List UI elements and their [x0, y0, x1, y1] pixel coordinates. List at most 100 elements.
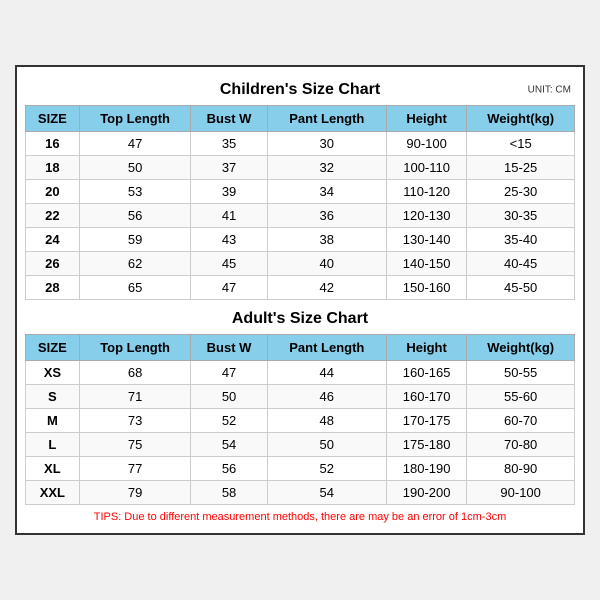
- table-row: XS684744160-16550-55: [26, 361, 575, 385]
- table-cell: 62: [79, 252, 191, 276]
- table-cell: 47: [191, 276, 267, 300]
- table-cell: 150-160: [386, 276, 466, 300]
- table-cell: 32: [267, 156, 386, 180]
- table-cell: 70-80: [467, 433, 575, 457]
- table-cell: 26: [26, 252, 80, 276]
- table-cell: 47: [191, 361, 267, 385]
- table-cell: 77: [79, 457, 191, 481]
- table-cell: 35: [191, 132, 267, 156]
- children-col-size: SIZE: [26, 106, 80, 132]
- table-cell: 22: [26, 204, 80, 228]
- table-cell: 15-25: [467, 156, 575, 180]
- table-cell: S: [26, 385, 80, 409]
- table-cell: 50-55: [467, 361, 575, 385]
- table-cell: 18: [26, 156, 80, 180]
- table-cell: 100-110: [386, 156, 466, 180]
- table-cell: 25-30: [467, 180, 575, 204]
- table-cell: 170-175: [386, 409, 466, 433]
- table-row: 20533934110-12025-30: [26, 180, 575, 204]
- adult-col-bustw: Bust W: [191, 335, 267, 361]
- table-cell: 175-180: [386, 433, 466, 457]
- table-cell: 75: [79, 433, 191, 457]
- table-cell: 71: [79, 385, 191, 409]
- table-row: 22564136120-13030-35: [26, 204, 575, 228]
- table-cell: 79: [79, 481, 191, 505]
- adult-col-toplength: Top Length: [79, 335, 191, 361]
- children-table: SIZE Top Length Bust W Pant Length Heigh…: [25, 105, 575, 300]
- table-cell: 41: [191, 204, 267, 228]
- table-cell: 45: [191, 252, 267, 276]
- children-col-toplength: Top Length: [79, 106, 191, 132]
- children-title-text: Children's Size Chart: [220, 81, 380, 98]
- table-row: 18503732100-11015-25: [26, 156, 575, 180]
- table-cell: 34: [267, 180, 386, 204]
- tips-text: TIPS: Due to different measurement metho…: [25, 505, 575, 525]
- table-cell: 58: [191, 481, 267, 505]
- table-cell: 47: [79, 132, 191, 156]
- adult-title-text: Adult's Size Chart: [232, 310, 368, 327]
- table-row: 28654742150-16045-50: [26, 276, 575, 300]
- children-col-height: Height: [386, 106, 466, 132]
- table-cell: 30: [267, 132, 386, 156]
- table-cell: 52: [267, 457, 386, 481]
- table-cell: 40: [267, 252, 386, 276]
- table-cell: 90-100: [467, 481, 575, 505]
- table-cell: 46: [267, 385, 386, 409]
- table-cell: 65: [79, 276, 191, 300]
- table-cell: 180-190: [386, 457, 466, 481]
- adult-table: SIZE Top Length Bust W Pant Length Heigh…: [25, 334, 575, 505]
- table-cell: 42: [267, 276, 386, 300]
- table-cell: 56: [191, 457, 267, 481]
- table-cell: 45-50: [467, 276, 575, 300]
- table-cell: 38: [267, 228, 386, 252]
- children-col-pantlength: Pant Length: [267, 106, 386, 132]
- table-cell: 140-150: [386, 252, 466, 276]
- children-col-weight: Weight(kg): [467, 106, 575, 132]
- table-cell: 44: [267, 361, 386, 385]
- table-cell: 55-60: [467, 385, 575, 409]
- table-cell: 190-200: [386, 481, 466, 505]
- table-row: M735248170-17560-70: [26, 409, 575, 433]
- table-cell: 20: [26, 180, 80, 204]
- table-cell: 110-120: [386, 180, 466, 204]
- table-row: 1647353090-100<15: [26, 132, 575, 156]
- table-cell: XXL: [26, 481, 80, 505]
- chart-container: Children's Size Chart UNIT: CM SIZE Top …: [15, 65, 585, 535]
- adult-col-pantlength: Pant Length: [267, 335, 386, 361]
- table-row: L755450175-18070-80: [26, 433, 575, 457]
- table-row: S715046160-17055-60: [26, 385, 575, 409]
- table-cell: 28: [26, 276, 80, 300]
- table-cell: 50: [191, 385, 267, 409]
- table-cell: 73: [79, 409, 191, 433]
- table-cell: 68: [79, 361, 191, 385]
- table-cell: 50: [79, 156, 191, 180]
- table-row: 26624540140-15040-45: [26, 252, 575, 276]
- table-cell: 53: [79, 180, 191, 204]
- unit-label: UNIT: CM: [528, 85, 571, 96]
- table-cell: 52: [191, 409, 267, 433]
- table-cell: 37: [191, 156, 267, 180]
- table-cell: M: [26, 409, 80, 433]
- table-cell: 48: [267, 409, 386, 433]
- table-cell: 35-40: [467, 228, 575, 252]
- table-cell: L: [26, 433, 80, 457]
- table-row: XL775652180-19080-90: [26, 457, 575, 481]
- table-cell: 39: [191, 180, 267, 204]
- adult-col-size: SIZE: [26, 335, 80, 361]
- children-title: Children's Size Chart UNIT: CM: [25, 75, 575, 105]
- adult-header-row: SIZE Top Length Bust W Pant Length Heigh…: [26, 335, 575, 361]
- table-cell: 40-45: [467, 252, 575, 276]
- adult-col-weight: Weight(kg): [467, 335, 575, 361]
- table-cell: 60-70: [467, 409, 575, 433]
- table-cell: 160-165: [386, 361, 466, 385]
- table-cell: 54: [267, 481, 386, 505]
- table-cell: 43: [191, 228, 267, 252]
- table-cell: XS: [26, 361, 80, 385]
- table-cell: 160-170: [386, 385, 466, 409]
- table-cell: 54: [191, 433, 267, 457]
- table-cell: 130-140: [386, 228, 466, 252]
- table-cell: 50: [267, 433, 386, 457]
- children-col-bustw: Bust W: [191, 106, 267, 132]
- table-cell: XL: [26, 457, 80, 481]
- table-row: 24594338130-14035-40: [26, 228, 575, 252]
